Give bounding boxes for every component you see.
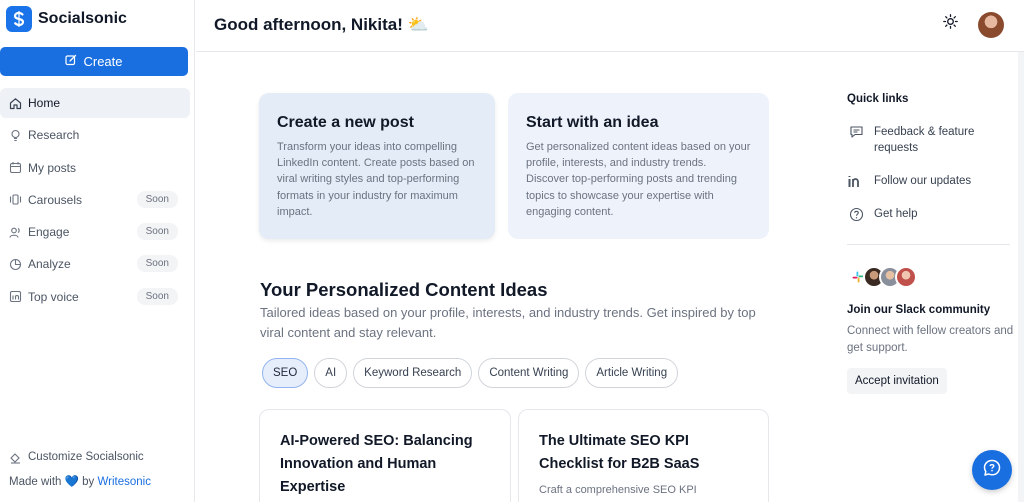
sidebar-item-label: Engage	[28, 225, 70, 240]
create-button[interactable]: Create	[0, 47, 188, 76]
writesonic-link[interactable]: Writesonic	[98, 476, 151, 488]
slack-description: Connect with fellow creators and get sup…	[847, 325, 1014, 354]
topic-chips: SEO AI Keyword Research Content Writing …	[262, 358, 679, 388]
sidebar-item-label: Research	[28, 128, 80, 143]
brand[interactable]: Socialsonic	[6, 6, 127, 32]
linkedin-icon	[847, 173, 865, 189]
carousel-icon	[9, 193, 22, 206]
chip-keyword-research[interactable]: Keyword Research	[353, 358, 473, 388]
ideas-section-subtitle: Tailored ideas based on your profile, in…	[260, 305, 756, 340]
soon-badge: Soon	[136, 287, 178, 305]
users-icon	[9, 226, 22, 239]
idea-card[interactable]: The Ultimate SEO KPI Checklist for B2B S…	[518, 409, 769, 502]
made-with-prefix: Made with	[9, 476, 62, 488]
help-circle-icon	[847, 206, 865, 222]
slack-title: Join our Slack community	[847, 304, 991, 316]
sidebar-item-label: Home	[28, 96, 61, 110]
paint-bucket-icon	[9, 451, 22, 464]
quick-links-panel: Quick links Feedback & feature requests …	[847, 93, 1012, 239]
soon-badge: Soon	[136, 190, 178, 208]
socialsonic-logo-icon	[6, 6, 32, 32]
start-idea-description: Get personalized content ideas based on …	[526, 141, 751, 218]
create-post-title: Create a new post	[277, 114, 414, 131]
member-avatar	[895, 266, 917, 288]
slack-member-avatars	[847, 266, 917, 288]
quick-link-get-help[interactable]: Get help	[847, 206, 1012, 222]
linkedin-icon	[9, 290, 22, 303]
home-icon	[9, 97, 22, 110]
quick-link-feedback[interactable]: Feedback & feature requests	[847, 124, 1012, 156]
idea-card-title: The Ultimate SEO KPI Checklist for B2B S…	[539, 433, 700, 472]
brand-name: Socialsonic	[38, 10, 127, 27]
create-button-label: Create	[83, 54, 123, 69]
sidebar-item-top-voice[interactable]: Top voice Soon	[0, 282, 190, 312]
calendar-icon	[9, 161, 22, 174]
ideas-section-title: Your Personalized Content Ideas	[260, 279, 548, 300]
sidebar-item-home[interactable]: Home	[0, 88, 190, 118]
chip-article-writing[interactable]: Article Writing	[585, 358, 679, 388]
idea-card-title: AI-Powered SEO: Balancing Innovation and…	[280, 433, 473, 495]
chip-content-writing[interactable]: Content Writing	[478, 358, 580, 388]
chip-seo[interactable]: SEO	[262, 358, 309, 388]
sidebar-item-label: Analyze	[28, 257, 71, 272]
quick-link-follow-updates[interactable]: Follow our updates	[847, 173, 1012, 189]
soon-badge: Soon	[136, 223, 178, 241]
greeting-title: Good afternoon, Nikita! ⛅	[214, 15, 429, 35]
message-icon	[847, 124, 865, 140]
quick-link-label: Follow our updates	[874, 175, 972, 187]
sun-icon	[942, 14, 958, 34]
chat-support-button[interactable]	[972, 450, 1012, 490]
quick-links-title: Quick links	[847, 93, 909, 105]
pie-chart-icon	[9, 258, 22, 271]
sidebar-item-research[interactable]: Research	[0, 120, 190, 150]
theme-toggle-button[interactable]	[942, 14, 958, 34]
sidebar-footer: Customize Socialsonic Made with 💙 by Wri…	[9, 448, 189, 488]
scrollbar[interactable]	[1018, 52, 1024, 502]
sidebar-item-label: Carousels	[28, 192, 83, 207]
sidebar-item-engage[interactable]: Engage Soon	[0, 217, 190, 247]
sidebar-item-carousels[interactable]: Carousels Soon	[0, 185, 190, 215]
sun-cloud-emoji: ⛅	[407, 15, 429, 34]
user-avatar[interactable]	[978, 12, 1004, 38]
chat-icon	[982, 458, 1002, 483]
customize-label: Customize Socialsonic	[28, 451, 144, 463]
start-with-idea-card[interactable]: Start with an idea Get personalized cont…	[508, 93, 769, 239]
sidebar-item-my-posts[interactable]: My posts	[0, 153, 190, 183]
sidebar-item-label: Top voice	[28, 289, 79, 304]
create-post-card[interactable]: Create a new post Transform your ideas i…	[259, 93, 495, 239]
edit-icon	[65, 54, 77, 69]
top-header: Good afternoon, Nikita! ⛅	[196, 0, 1024, 52]
quick-link-label: Feedback & feature requests	[874, 126, 975, 154]
panel-divider	[847, 244, 1010, 245]
sidebar-item-analyze[interactable]: Analyze Soon	[0, 249, 190, 279]
heart-icon: 💙	[64, 476, 79, 488]
greeting-text: Good afternoon, Nikita!	[214, 15, 403, 34]
quick-link-label: Get help	[874, 208, 918, 220]
sidebar-nav: Home Research My posts Carousels Soon En…	[0, 88, 190, 314]
idea-card[interactable]: AI-Powered SEO: Balancing Innovation and…	[259, 409, 511, 502]
idea-card-description: Craft a comprehensive SEO KPI	[539, 484, 697, 496]
chip-ai[interactable]: AI	[314, 358, 348, 388]
lightbulb-icon	[9, 129, 22, 142]
start-idea-title: Start with an idea	[526, 114, 659, 131]
made-with-credit: Made with 💙 by Writesonic	[9, 474, 189, 488]
made-with-by: by	[82, 476, 95, 488]
customize-link[interactable]: Customize Socialsonic	[9, 448, 189, 466]
soon-badge: Soon	[136, 255, 178, 273]
create-post-description: Transform your ideas into compelling Lin…	[277, 141, 475, 218]
sidebar-item-label: My posts	[28, 160, 77, 175]
accept-invitation-button[interactable]: Accept invitation	[847, 368, 947, 394]
sidebar: Socialsonic Create Home Research My post…	[0, 0, 195, 502]
